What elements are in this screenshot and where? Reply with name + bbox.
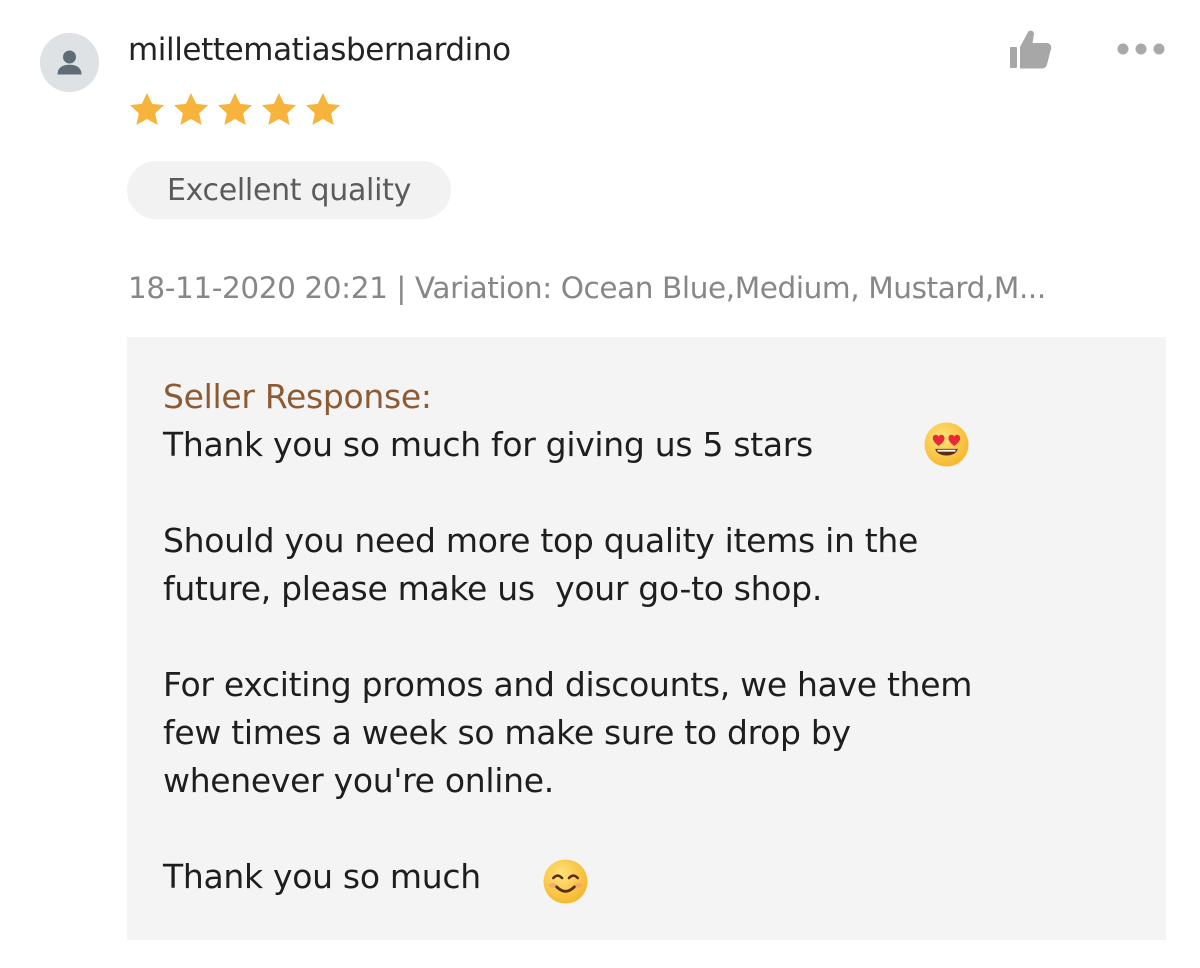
more-options-button[interactable] (1112, 38, 1170, 60)
response-line: Should you need more top quality items i… (163, 521, 919, 560)
star-icon (218, 93, 252, 125)
star-icon (306, 93, 340, 125)
seller-response-title: Seller Response: (163, 377, 432, 416)
like-button[interactable] (1006, 28, 1054, 72)
star-icon (174, 93, 208, 125)
ellipsis-icon (1117, 43, 1165, 55)
star-rating (127, 90, 343, 130)
reviewer-username: millettematiasbernardino (128, 32, 511, 68)
user-icon (40, 33, 99, 92)
response-line: whenever you're online. (163, 761, 554, 800)
smiling-emoji-icon (542, 858, 589, 905)
review-tag: Excellent quality (127, 161, 451, 219)
avatar[interactable] (40, 33, 99, 92)
review-meta: 18-11-2020 20:21 | Variation: Ocean Blue… (128, 271, 1046, 305)
seller-response: Seller Response: Thank you so much for g… (127, 337, 1166, 940)
response-line: Thank you so much for giving us 5 stars (163, 425, 813, 464)
response-line: few times a week so make sure to drop by (163, 713, 851, 752)
response-line: future, please make us your go-to shop. (163, 569, 823, 608)
response-line: Thank you so much (163, 857, 481, 896)
thumbs-up-icon (1010, 30, 1052, 69)
heart-eyes-emoji-icon (923, 421, 970, 468)
star-icon (262, 93, 296, 125)
star-icon (130, 93, 164, 125)
response-line: For exciting promos and discounts, we ha… (163, 665, 973, 704)
